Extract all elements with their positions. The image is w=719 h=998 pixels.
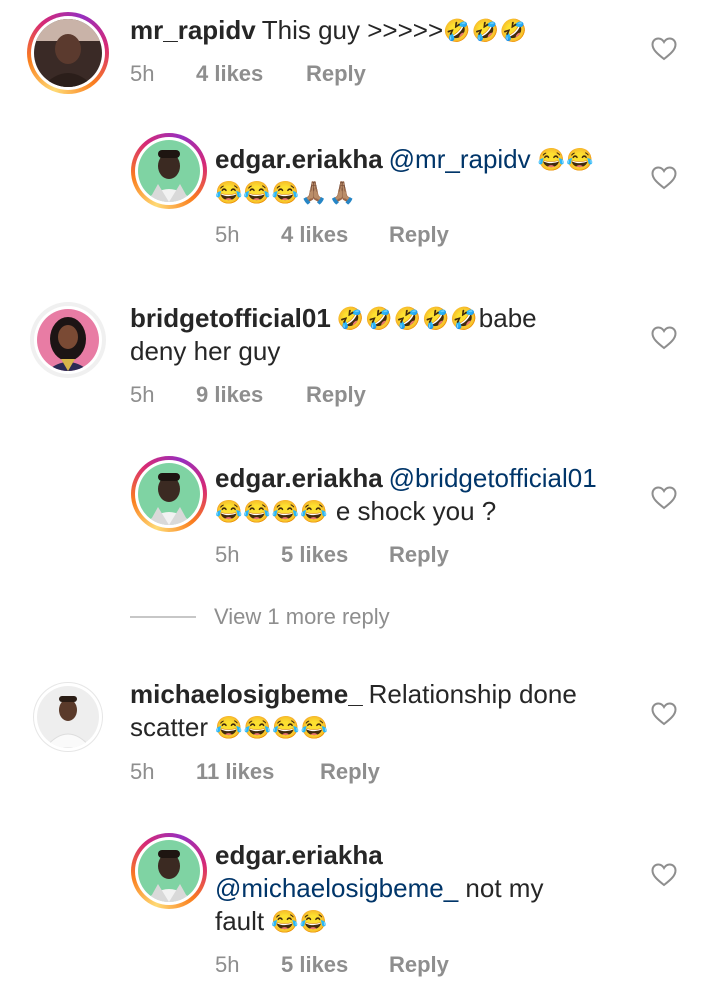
comment-text: deny her guy bbox=[130, 336, 281, 366]
heart-outline-icon[interactable] bbox=[651, 326, 677, 350]
comment-time: 5h bbox=[130, 759, 155, 784]
avatar[interactable] bbox=[131, 133, 207, 209]
comment-username[interactable]: mr_rapidv bbox=[130, 15, 256, 45]
likes-count[interactable]: 5 likes bbox=[281, 542, 389, 568]
reply-button[interactable]: Reply bbox=[320, 759, 380, 785]
comment-emoji: 🤣🤣🤣🤣🤣 bbox=[336, 306, 479, 331]
comment-text: not my bbox=[465, 873, 544, 903]
mention-link[interactable]: @michaelosigbeme_ bbox=[215, 873, 458, 903]
comment-username[interactable]: bridgetofficial01 bbox=[130, 303, 331, 333]
comment-username[interactable]: edgar.eriakha bbox=[215, 463, 383, 493]
likes-count[interactable]: 4 likes bbox=[196, 61, 306, 87]
avatar[interactable] bbox=[131, 456, 207, 532]
heart-outline-icon[interactable] bbox=[651, 486, 677, 510]
comment-emoji: 😂😂😂😂 bbox=[215, 499, 329, 524]
comment-time: 5h bbox=[215, 222, 240, 247]
likes-count[interactable]: 4 likes bbox=[281, 222, 389, 248]
reply-button[interactable]: Reply bbox=[389, 542, 449, 568]
profile-photo bbox=[138, 840, 200, 902]
comment-emoji: 😂😂 bbox=[537, 147, 595, 172]
comment-username[interactable]: edgar.eriakha bbox=[215, 144, 383, 174]
heart-outline-icon[interactable] bbox=[651, 166, 677, 190]
mention-link[interactable]: @mr_rapidv bbox=[389, 144, 531, 174]
profile-photo bbox=[34, 19, 102, 87]
comment-emoji: 😂😂😂🙏🏽🙏🏽 bbox=[215, 180, 357, 205]
view-more-replies-label[interactable]: View 1 more reply bbox=[214, 604, 390, 630]
likes-count[interactable]: 5 likes bbox=[281, 952, 389, 978]
comment-username[interactable]: edgar.eriakha bbox=[215, 840, 383, 870]
comment-time: 5h bbox=[215, 542, 240, 567]
comment-time: 5h bbox=[130, 382, 155, 407]
comment-text: scatter bbox=[130, 712, 209, 742]
comment-text: This guy >>>>> bbox=[261, 15, 444, 45]
mention-link[interactable]: @bridgetofficial01 bbox=[389, 463, 597, 493]
comment-emoji: 🤣🤣🤣 bbox=[443, 18, 529, 43]
avatar[interactable] bbox=[30, 302, 106, 378]
heart-outline-icon[interactable] bbox=[651, 37, 677, 61]
view-more-replies[interactable]: View 1 more reply bbox=[130, 604, 390, 630]
comment-text: fault bbox=[215, 906, 265, 936]
profile-photo bbox=[138, 463, 200, 525]
profile-photo bbox=[138, 140, 200, 202]
avatar[interactable] bbox=[27, 12, 109, 94]
reply-button[interactable]: Reply bbox=[306, 382, 366, 408]
reply-button[interactable]: Reply bbox=[306, 61, 366, 87]
reply-button[interactable]: Reply bbox=[389, 952, 449, 978]
reply-button[interactable]: Reply bbox=[389, 222, 449, 248]
comment-emoji: 😂😂😂😂 bbox=[215, 715, 329, 740]
comment-text: Relationship done bbox=[368, 679, 577, 709]
comment-emoji: 😂😂 bbox=[271, 909, 329, 934]
avatar[interactable] bbox=[131, 833, 207, 909]
heart-outline-icon[interactable] bbox=[651, 863, 677, 887]
profile-photo bbox=[37, 686, 99, 748]
heart-outline-icon[interactable] bbox=[651, 702, 677, 726]
avatar[interactable] bbox=[33, 682, 103, 752]
comment-username[interactable]: michaelosigbeme_ bbox=[130, 679, 363, 709]
profile-photo bbox=[37, 309, 99, 371]
divider bbox=[130, 616, 196, 618]
comment-text: e shock you ? bbox=[335, 496, 497, 526]
comment-time: 5h bbox=[130, 61, 155, 86]
comment-text: babe bbox=[478, 303, 537, 333]
likes-count[interactable]: 9 likes bbox=[196, 382, 306, 408]
comment-time: 5h bbox=[215, 952, 240, 977]
likes-count[interactable]: 11 likes bbox=[196, 759, 320, 785]
